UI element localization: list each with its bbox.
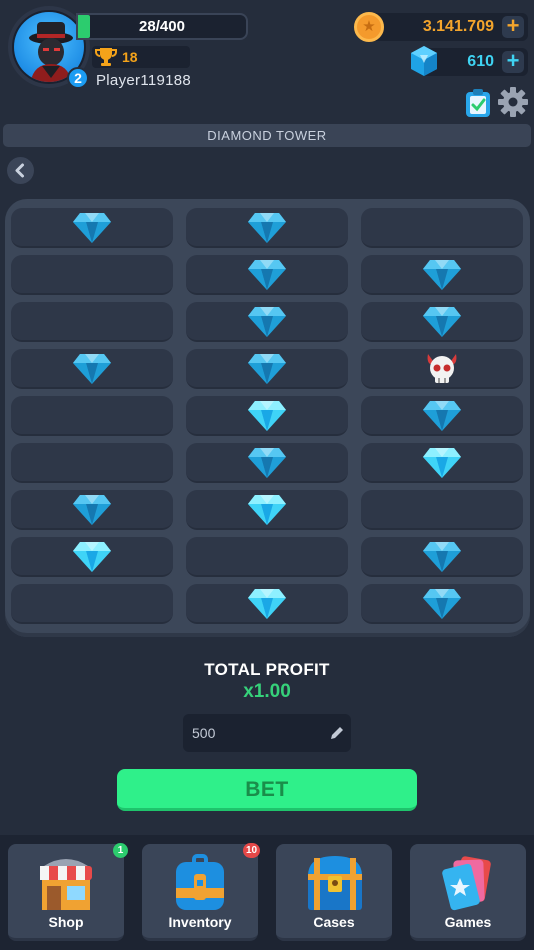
nav-games[interactable]: Games — [410, 844, 526, 941]
game-title-bar: DIAMOND TOWER — [3, 124, 531, 147]
diamond-icon — [423, 542, 461, 572]
diamond-bright-icon — [248, 401, 286, 431]
diamond-bright-icon — [248, 495, 286, 525]
tower-cell[interactable] — [11, 255, 173, 295]
add-gems-button[interactable]: + — [502, 50, 524, 73]
total-profit-label: TOTAL PROFIT — [204, 660, 330, 679]
bet-amount-input[interactable] — [183, 714, 323, 752]
bottom-navigation: Shop 1 Inventory 10 Cases Games — [0, 835, 534, 950]
diamond-icon — [423, 401, 461, 431]
tower-cell[interactable] — [11, 584, 173, 624]
diamond-bright-icon — [73, 542, 111, 572]
tower-cell[interactable] — [11, 537, 173, 577]
bet-button[interactable]: BET — [117, 769, 417, 811]
clipboard-tasks-icon[interactable] — [464, 88, 492, 118]
tower-cell[interactable] — [186, 208, 348, 248]
tower-cell[interactable] — [11, 396, 173, 436]
backpack-inventory-icon — [176, 854, 224, 910]
tower-cell[interactable] — [361, 584, 523, 624]
tower-cell[interactable] — [11, 208, 173, 248]
diamond-icon — [423, 589, 461, 619]
shop-store-icon — [40, 859, 92, 910]
gem-icon — [411, 46, 437, 76]
total-profit-value: x1.00 — [243, 681, 291, 702]
tower-cell[interactable] — [361, 396, 523, 436]
tower-cell[interactable] — [186, 490, 348, 530]
coin-balance: 3.141.709 + — [368, 13, 528, 41]
tower-cell[interactable] — [186, 443, 348, 483]
treasure-chest-icon — [308, 856, 362, 910]
pencil-edit-icon[interactable] — [329, 725, 345, 741]
coin-icon — [354, 12, 384, 42]
coin-amount: 3.141.709 — [422, 18, 494, 35]
trophy-count: 18 — [92, 46, 190, 68]
xp-progress-bar: 28/400 — [76, 13, 248, 40]
inventory-notification-badge: 10 — [243, 843, 260, 858]
shop-notification-badge: 1 — [113, 843, 128, 858]
tower-cell[interactable] — [361, 349, 523, 389]
tower-cell[interactable] — [11, 349, 173, 389]
tower-cell[interactable] — [361, 537, 523, 577]
tower-cell[interactable] — [361, 208, 523, 248]
level-badge: 2 — [67, 67, 89, 89]
diamond-icon — [248, 448, 286, 478]
chevron-left-icon — [15, 163, 24, 178]
cards-games-icon — [442, 856, 491, 911]
diamond-bright-icon — [248, 589, 286, 619]
settings-gear-icon[interactable] — [497, 86, 529, 118]
tower-cell[interactable] — [186, 584, 348, 624]
gem-amount: 610 — [467, 53, 494, 70]
diamond-bright-icon — [423, 448, 461, 478]
diamond-icon — [73, 495, 111, 525]
diamond-icon — [73, 213, 111, 243]
diamond-icon — [248, 213, 286, 243]
nav-cases-label: Cases — [313, 914, 355, 930]
nav-shop[interactable]: Shop — [8, 844, 124, 941]
xp-text: 28/400 — [139, 18, 185, 35]
diamond-icon — [248, 307, 286, 337]
tower-cell[interactable] — [361, 302, 523, 342]
diamond-icon — [73, 354, 111, 384]
nav-games-label: Games — [444, 914, 492, 930]
tower-cell[interactable] — [361, 490, 523, 530]
nav-inventory-label: Inventory — [168, 914, 232, 930]
bet-amount-field[interactable] — [183, 714, 351, 752]
tower-cell[interactable] — [11, 443, 173, 483]
tower-cell[interactable] — [361, 255, 523, 295]
tower-cell[interactable] — [361, 443, 523, 483]
devil-skull-icon — [427, 354, 457, 383]
tower-cell[interactable] — [186, 349, 348, 389]
diamond-icon — [248, 354, 286, 384]
diamond-tower-grid — [5, 199, 530, 637]
nav-inventory[interactable]: Inventory — [142, 844, 258, 941]
diamond-icon — [423, 260, 461, 290]
trophy-value: 18 — [122, 49, 138, 65]
tower-cell[interactable] — [186, 255, 348, 295]
tower-cell[interactable] — [11, 490, 173, 530]
trophy-icon — [95, 48, 117, 66]
diamond-icon — [248, 260, 286, 290]
diamond-icon — [423, 307, 461, 337]
add-coins-button[interactable]: + — [502, 15, 524, 38]
back-button[interactable] — [7, 157, 34, 184]
tower-cell[interactable] — [11, 302, 173, 342]
tower-cell[interactable] — [186, 537, 348, 577]
nav-cases[interactable]: Cases — [276, 844, 392, 941]
tower-cell[interactable] — [186, 302, 348, 342]
player-name: Player119188 — [96, 72, 192, 89]
nav-shop-label: Shop — [48, 914, 84, 930]
tower-cell[interactable] — [186, 396, 348, 436]
